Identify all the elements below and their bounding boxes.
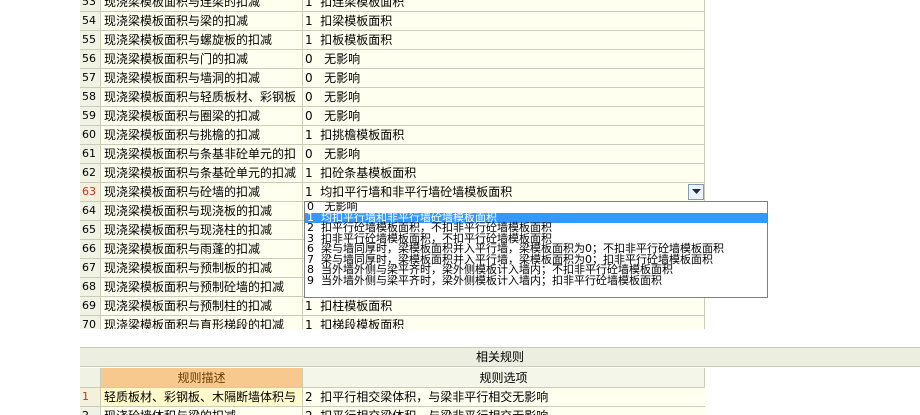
rule-description: 现浇梁模板面积与条基非砼单元的扣 xyxy=(101,145,303,164)
table-row[interactable]: 63 现浇梁模板面积与砼墙的扣减 1 均扣平行墙和非平行墙砼墙模板面积 xyxy=(80,183,705,202)
table-row[interactable]: 70 现浇梁模板面积与直形梯段的扣减 1 扣梯段模板面积 xyxy=(80,316,705,329)
rule-description: 现浇梁模板面积与螺旋板的扣减 xyxy=(101,31,303,50)
row-number: 70 xyxy=(80,316,101,329)
rule-value[interactable]: 1 扣板模板面积 xyxy=(303,31,705,50)
rule-description: 现浇梁模板面积与连梁的扣减 xyxy=(101,0,303,12)
row-number: 69 xyxy=(80,297,101,316)
rule-value[interactable]: 1 扣梁模板面积 xyxy=(303,12,705,31)
row-number: 1 xyxy=(80,388,101,407)
row-number: 65 xyxy=(80,221,101,240)
dropdown-option[interactable]: 9 当外墙外侧与梁平齐时，梁外侧模板计入墙内；扣非平行砼墙模板面积 xyxy=(305,275,767,287)
row-number: 55 xyxy=(80,31,101,50)
row-number: 58 xyxy=(80,88,101,107)
table-row[interactable]: 55 现浇梁模板面积与螺旋板的扣减 1 扣板模板面积 xyxy=(80,31,705,50)
rule-value[interactable]: 1 扣连梁模板面积 xyxy=(303,0,705,12)
rule-value[interactable]: 0 无影响 xyxy=(303,107,705,126)
table-row[interactable]: 60 现浇梁模板面积与挑檐的扣减 1 扣挑檐模板面积 xyxy=(80,126,705,145)
row-number: 62 xyxy=(80,164,101,183)
row-number: 68 xyxy=(80,278,101,297)
rule-description: 现浇梁模板面积与直形梯段的扣减 xyxy=(101,316,303,329)
col-header-option[interactable]: 规则选项 xyxy=(303,368,705,388)
row-number: 60 xyxy=(80,126,101,145)
related-option[interactable]: 2 扣平行相交梁体积，与梁非平行相交无影响 xyxy=(303,407,705,415)
table-row[interactable]: 61 现浇梁模板面积与条基非砼单元的扣 0 无影响 xyxy=(80,145,705,164)
splitter[interactable] xyxy=(0,329,920,347)
rule-value[interactable]: 1 扣柱模板面积 xyxy=(303,297,705,316)
table-row[interactable]: 53 现浇梁模板面积与连梁的扣减 1 扣连梁模板面积 xyxy=(80,0,705,12)
rule-value[interactable]: 1 扣挑檐模板面积 xyxy=(303,126,705,145)
rule-value[interactable]: 0 无影响 xyxy=(303,69,705,88)
related-row[interactable]: 2现浇砼墙体积与梁的扣减2 扣平行相交梁体积，与梁非平行相交无影响 xyxy=(80,407,705,415)
rule-description: 现浇梁模板面积与圈梁的扣减 xyxy=(101,107,303,126)
rule-description: 现浇梁模板面积与轻质板材、彩钢板 xyxy=(101,88,303,107)
rule-description: 现浇梁模板面积与预制柱的扣减 xyxy=(101,297,303,316)
row-number: 54 xyxy=(80,12,101,31)
table-row[interactable]: 59 现浇梁模板面积与圈梁的扣减 0 无影响 xyxy=(80,107,705,126)
rule-description: 现浇梁模板面积与墙洞的扣减 xyxy=(101,69,303,88)
rule-description: 现浇梁模板面积与门的扣减 xyxy=(101,50,303,69)
related-row[interactable]: 1 轻质板材、彩钢板、木隔断墙体积与 2 扣平行相交梁体积，与梁非平行相交无影响 xyxy=(80,388,705,407)
rule-value-combo[interactable]: 1 均扣平行墙和非平行墙砼墙模板面积 xyxy=(303,183,705,202)
table-row[interactable]: 56 现浇梁模板面积与门的扣减 0 无影响 xyxy=(80,50,705,69)
row-number: 56 xyxy=(80,50,101,69)
combo-dropdown-button[interactable] xyxy=(688,184,704,200)
rule-value[interactable]: 1 扣砼条基模板面积 xyxy=(303,164,705,183)
rule-description: 现浇梁模板面积与砼墙的扣减 xyxy=(101,183,303,202)
table-row[interactable]: 62 现浇梁模板面积与条基砼单元的扣减 1 扣砼条基模板面积 xyxy=(80,164,705,183)
row-number: 53 xyxy=(80,0,101,12)
row-number: 57 xyxy=(80,69,101,88)
table-row[interactable]: 54 现浇梁模板面积与梁的扣减 1 扣梁模板面积 xyxy=(80,12,705,31)
rule-description: 现浇梁模板面积与条基砼单元的扣减 xyxy=(101,164,303,183)
rule-description: 现浇梁模板面积与预制板的扣减 xyxy=(101,259,303,278)
rule-description: 现浇梁模板面积与挑檐的扣减 xyxy=(101,126,303,145)
rule-description: 现浇梁模板面积与雨蓬的扣减 xyxy=(101,240,303,259)
rule-value[interactable]: 0 无影响 xyxy=(303,145,705,164)
rule-value[interactable]: 1 扣梯段模板面积 xyxy=(303,316,705,329)
row-number: 61 xyxy=(80,145,101,164)
table-row[interactable]: 58 现浇梁模板面积与轻质板材、彩钢板 0 无影响 xyxy=(80,88,705,107)
chevron-down-icon xyxy=(691,189,701,194)
rule-description: 现浇梁模板面积与现浇板的扣减 xyxy=(101,202,303,221)
left-panel xyxy=(0,0,80,330)
rule-description: 现浇梁模板面积与现浇柱的扣减 xyxy=(101,221,303,240)
col-header-num xyxy=(80,368,101,388)
row-number: 2 xyxy=(80,407,101,415)
rule-value[interactable]: 0 无影响 xyxy=(303,88,705,107)
rule-description: 现浇梁模板面积与预制砼墙的扣减 xyxy=(101,278,303,297)
related-rules-grid: 规则描述 规则选项 1 轻质板材、彩钢板、木隔断墙体积与 2 扣平行相交梁体积，与梁… xyxy=(80,368,705,415)
value-dropdown-list[interactable]: 0 无影响 1 均扣平行墙和非平行墙砼墙模板面积 2 扣平行砼墙模板面积，不扣非平行… xyxy=(304,201,768,298)
rule-description: 现浇梁模板面积与梁的扣减 xyxy=(101,12,303,31)
table-row[interactable]: 69 现浇梁模板面积与预制柱的扣减 1 扣柱模板面积 xyxy=(80,297,705,316)
related-rules-header: 相关规则 xyxy=(80,347,920,367)
rule-value[interactable]: 0 无影响 xyxy=(303,50,705,69)
row-number: 67 xyxy=(80,259,101,278)
row-number: 59 xyxy=(80,107,101,126)
row-number: 63 xyxy=(80,183,101,202)
row-number: 66 xyxy=(80,240,101,259)
row-number: 64 xyxy=(80,202,101,221)
table-row[interactable]: 57 现浇梁模板面积与墙洞的扣减 0 无影响 xyxy=(80,69,705,88)
related-option[interactable]: 2 扣平行相交梁体积，与梁非平行相交无影响 xyxy=(303,388,705,407)
related-description: 现浇砼墙体积与梁的扣减 xyxy=(101,407,303,415)
related-description: 轻质板材、彩钢板、木隔断墙体积与 xyxy=(101,388,303,407)
col-header-desc[interactable]: 规则描述 xyxy=(101,368,303,388)
